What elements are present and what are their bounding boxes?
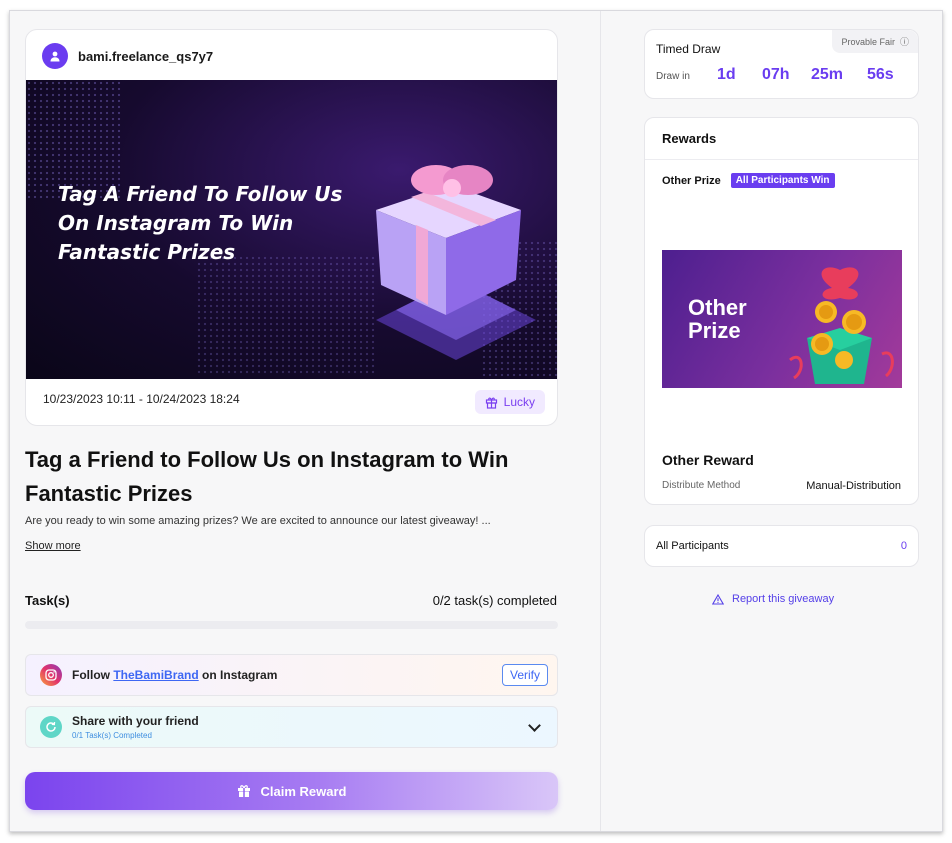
- task-follow-label: Follow TheBamiBrand on Instagram: [72, 668, 277, 682]
- tasks-completed-count: 0/2 task(s) completed: [432, 593, 557, 608]
- help-icon: ⓘ: [897, 37, 909, 47]
- task-share-friend[interactable]: Share with your friend 0/1 Task(s) Compl…: [25, 706, 558, 748]
- timed-draw-card: Timed Draw Provable Fair ⓘ Draw in 1d 07…: [644, 29, 919, 99]
- user-avatar-icon: [42, 43, 68, 69]
- share-icon: [40, 716, 62, 738]
- host-row[interactable]: bami.freelance_qs7y7: [42, 42, 213, 70]
- chevron-down-icon[interactable]: [528, 719, 541, 732]
- banner-headline: Tag A Friend To Follow Us On Instagram T…: [58, 182, 343, 264]
- banner-dots: [196, 255, 376, 375]
- tasks-heading: Task(s): [25, 593, 70, 608]
- brand-instagram-link[interactable]: TheBamiBrand: [113, 668, 198, 682]
- distribute-method-label: Distribute Method: [662, 480, 741, 491]
- rewards-card: Rewards Other Prize All Participants Win…: [644, 117, 919, 505]
- prize-image-text: Other Prize: [688, 296, 747, 342]
- task-follow-prefix: Follow: [72, 668, 110, 682]
- rewards-title: Rewards: [645, 118, 918, 160]
- app-frame: bami.freelance_qs7y7 Tag A Friend To Fol…: [9, 10, 943, 832]
- prize-image-line2: Prize: [688, 318, 741, 343]
- lucky-badge-label: Lucky: [503, 395, 535, 409]
- report-giveaway-link[interactable]: Report this giveaway: [712, 593, 834, 605]
- countdown-minutes: 25m: [811, 66, 844, 83]
- all-participants-row[interactable]: All Participants 0: [644, 525, 919, 567]
- prize-row: Other Prize All Participants Win: [662, 173, 835, 188]
- task-share-progress: 0/1 Task(s) Completed: [72, 731, 152, 740]
- prize-image-line1: Other: [688, 295, 747, 320]
- draw-in-label: Draw in: [656, 71, 690, 82]
- prize-label: Other Prize: [662, 174, 721, 187]
- countdown-seconds: 56s: [867, 66, 894, 83]
- giveaway-card: bami.freelance_qs7y7 Tag A Friend To Fol…: [25, 29, 558, 426]
- all-participants-label: All Participants: [656, 540, 729, 552]
- countdown-hours: 07h: [762, 66, 790, 83]
- claim-reward-label: Claim Reward: [260, 783, 347, 799]
- claim-reward-button[interactable]: Claim Reward: [25, 772, 558, 810]
- tasks-progress-bar: [25, 621, 558, 629]
- show-more-link[interactable]: Show more: [25, 540, 81, 552]
- gift-icon: [237, 785, 250, 797]
- host-username: bami.freelance_qs7y7: [78, 48, 214, 64]
- giveaway-banner: Tag A Friend To Follow Us On Instagram T…: [26, 80, 557, 379]
- task-follow-suffix: on Instagram: [202, 668, 278, 682]
- giveaway-description: Are you ready to win some amazing prizes…: [25, 515, 491, 527]
- provable-fair-badge[interactable]: Provable Fair ⓘ: [832, 30, 918, 53]
- instagram-icon: [40, 664, 62, 686]
- reward-name: Other Reward: [662, 452, 754, 468]
- column-divider: [600, 11, 601, 831]
- giveaway-date-range: 10/23/2023 10:11 - 10/24/2023 18:24: [43, 392, 240, 406]
- countdown-days: 1d: [717, 66, 736, 83]
- distribute-method-value: Manual-Distribution: [806, 480, 901, 492]
- report-giveaway-label: Report this giveaway: [732, 593, 835, 605]
- task-share-label: Share with your friend: [72, 714, 199, 728]
- warning-icon: [712, 593, 724, 605]
- participants-count: 0: [900, 540, 907, 552]
- verify-button[interactable]: Verify: [501, 664, 548, 686]
- task-share-text: Share with your friend 0/1 Task(s) Compl…: [72, 714, 199, 740]
- gift-coins-illustration: [789, 267, 894, 384]
- gift-box-illustration: [376, 165, 536, 360]
- prize-image: Other Prize: [662, 250, 902, 388]
- gift-icon: [485, 397, 497, 409]
- timed-draw-title: Timed Draw: [656, 42, 721, 56]
- giveaway-title: Tag a Friend to Follow Us on Instagram t…: [25, 447, 509, 506]
- lucky-badge: Lucky: [474, 390, 545, 414]
- all-participants-win-tag: All Participants Win: [730, 173, 835, 188]
- provable-fair-label: Provable Fair: [841, 37, 895, 47]
- task-follow-instagram[interactable]: Follow TheBamiBrand on Instagram Verify: [25, 654, 558, 696]
